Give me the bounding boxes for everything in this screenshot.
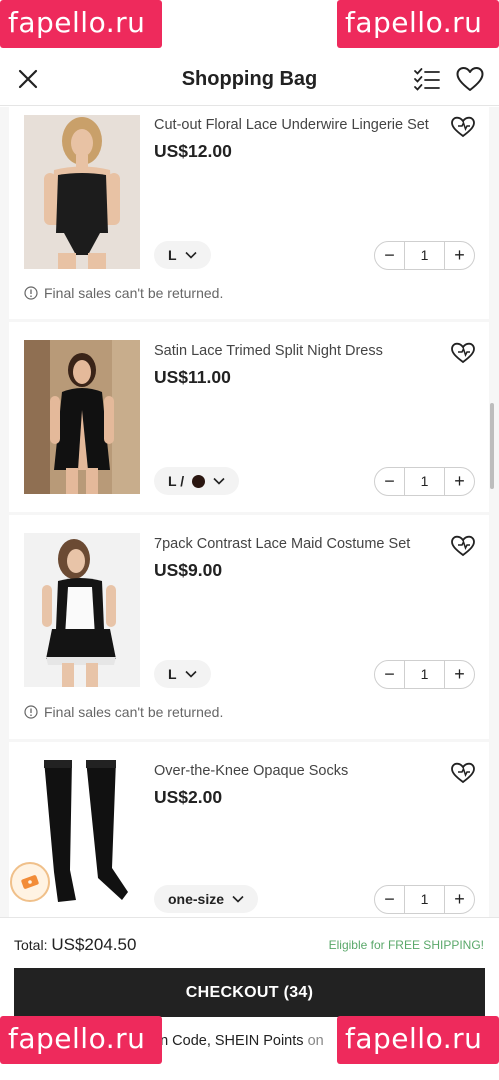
increase-quantity-button[interactable]: + <box>445 661 474 688</box>
total-amount: US$204.50 <box>51 935 137 954</box>
size-value: one-size <box>168 891 225 907</box>
chevron-down-icon <box>213 477 225 485</box>
quantity-value[interactable]: 1 <box>404 242 445 269</box>
move-to-wishlist-icon[interactable] <box>450 115 476 139</box>
decrease-quantity-button[interactable]: − <box>375 661 404 688</box>
cart-item: Cut-out Floral Lace Underwire Lingerie S… <box>9 107 489 319</box>
size-selector[interactable]: L <box>154 241 211 269</box>
decrease-quantity-button[interactable]: − <box>375 242 404 269</box>
decrease-quantity-button[interactable]: − <box>375 886 404 913</box>
product-price: US$9.00 <box>154 560 223 580</box>
watermark: fapello.ru <box>0 1016 162 1064</box>
checkout-button[interactable]: CHECKOUT (34) <box>14 968 485 1017</box>
product-price: US$12.00 <box>154 141 232 161</box>
product-name[interactable]: Satin Lace Trimed Split Night Dress <box>154 343 439 359</box>
size-selector[interactable]: L <box>154 660 211 688</box>
chevron-down-icon <box>184 670 197 678</box>
scrollbar[interactable] <box>490 403 494 489</box>
cart-item: Over-the-Knee Opaque Socks US$2.00 one-s… <box>9 742 489 917</box>
product-name[interactable]: Over-the-Knee Opaque Socks <box>154 763 439 779</box>
quantity-stepper: − 1 + <box>374 241 475 270</box>
final-sale-notice: Final sales can't be returned. <box>24 704 223 720</box>
size-value: L <box>168 247 177 263</box>
size-color-selector[interactable]: L / <box>154 467 240 495</box>
info-icon <box>24 705 38 719</box>
info-icon <box>24 286 38 300</box>
watermark: fapello.ru <box>337 0 499 48</box>
quantity-value[interactable]: 1 <box>404 661 445 688</box>
move-to-wishlist-icon[interactable] <box>450 341 476 365</box>
quantity-stepper: − 1 + <box>374 467 475 496</box>
increase-quantity-button[interactable]: + <box>445 242 474 269</box>
free-shipping-notice: Eligible for FREE SHIPPING! <box>328 938 484 952</box>
maid-costume-image <box>24 533 140 687</box>
quantity-value[interactable]: 1 <box>404 468 445 495</box>
color-swatch <box>192 474 206 488</box>
promo-text: on Code, SHEIN Points <box>152 1033 304 1049</box>
checklist-icon[interactable] <box>412 65 442 93</box>
increase-quantity-button[interactable]: + <box>445 468 474 495</box>
quantity-stepper: − 1 + <box>374 885 475 914</box>
product-image[interactable] <box>24 340 140 494</box>
notice-text: Final sales can't be returned. <box>44 704 224 720</box>
move-to-wishlist-icon[interactable] <box>450 761 476 785</box>
cart-item: Satin Lace Trimed Split Night Dress US$1… <box>9 322 489 512</box>
wishlist-heart-icon[interactable] <box>455 65 485 93</box>
decrease-quantity-button[interactable]: − <box>375 468 404 495</box>
cart-item-list[interactable]: Cut-out Floral Lace Underwire Lingerie S… <box>0 107 499 917</box>
coupon-badge[interactable] <box>10 862 50 902</box>
size-value: L / <box>168 473 185 489</box>
promo-summary[interactable]: on Code, SHEIN Points on <box>152 1033 324 1049</box>
product-price: US$2.00 <box>154 787 223 807</box>
product-image[interactable] <box>24 115 140 269</box>
promo-suffix: on <box>307 1033 324 1049</box>
order-total: Total: US$204.50 <box>14 935 136 955</box>
total-label: Total: <box>14 937 48 953</box>
lingerie-set-image <box>24 115 140 269</box>
notice-text: Final sales can't be returned. <box>44 285 224 301</box>
product-price: US$11.00 <box>154 367 231 387</box>
header: Shopping Bag <box>0 52 499 106</box>
size-selector[interactable]: one-size <box>154 885 259 913</box>
increase-quantity-button[interactable]: + <box>445 886 474 913</box>
quantity-stepper: − 1 + <box>374 660 475 689</box>
watermark: fapello.ru <box>0 0 162 48</box>
product-name[interactable]: Cut-out Floral Lace Underwire Lingerie S… <box>154 117 439 133</box>
night-dress-image <box>24 340 140 494</box>
watermark: fapello.ru <box>337 1016 499 1064</box>
coupon-icon <box>21 875 39 889</box>
chevron-down-icon <box>232 895 244 903</box>
product-image[interactable] <box>24 533 140 687</box>
final-sale-notice: Final sales can't be returned. <box>24 285 223 301</box>
chevron-down-icon <box>184 251 197 259</box>
move-to-wishlist-icon[interactable] <box>450 534 476 558</box>
quantity-value[interactable]: 1 <box>404 886 445 913</box>
product-name[interactable]: 7pack Contrast Lace Maid Costume Set <box>154 536 439 552</box>
size-value: L <box>168 666 177 682</box>
cart-item: 7pack Contrast Lace Maid Costume Set US$… <box>9 515 489 739</box>
